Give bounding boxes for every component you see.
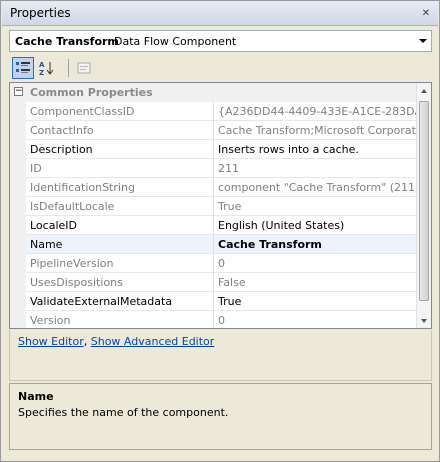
row-gutter xyxy=(10,140,26,159)
row-gutter xyxy=(10,178,26,197)
property-pages-button[interactable] xyxy=(73,57,95,79)
row-gutter xyxy=(10,102,26,121)
show-editor-link[interactable]: Show Editor xyxy=(18,335,84,348)
column-divider[interactable] xyxy=(213,292,214,311)
scrollbar-thumb[interactable] xyxy=(419,101,429,301)
object-selector[interactable]: Cache Transform Data Flow Component xyxy=(9,30,432,52)
toolbar: A Z xyxy=(9,56,432,80)
property-row[interactable]: PipelineVersion 0 xyxy=(10,254,417,273)
property-name: IdentificationString xyxy=(30,181,135,194)
toolbar-separator xyxy=(68,59,69,77)
title-bar[interactable]: Properties ✕ xyxy=(2,2,438,26)
property-value[interactable]: Inserts rows into a cache. xyxy=(218,143,417,156)
property-row[interactable]: UsesDispositions False xyxy=(10,273,417,292)
category-row[interactable]: − Common Properties xyxy=(10,83,417,102)
column-divider[interactable] xyxy=(213,311,214,328)
description-title: Name xyxy=(18,390,54,403)
property-row[interactable]: IdentificationString component "Cache Tra… xyxy=(10,178,417,197)
property-row[interactable]: ID 211 xyxy=(10,159,417,178)
property-value: True xyxy=(218,200,242,213)
close-icon[interactable]: ✕ xyxy=(420,8,432,20)
property-pages-icon xyxy=(77,62,91,74)
object-name: Cache Transform xyxy=(15,35,119,48)
chevron-down-icon[interactable] xyxy=(419,39,427,43)
property-value[interactable]: English (United States) xyxy=(218,219,417,232)
description-text: Specifies the name of the component. xyxy=(18,406,229,419)
column-divider[interactable] xyxy=(213,121,214,140)
scroll-down-button[interactable] xyxy=(417,313,431,328)
property-name: Version xyxy=(30,314,71,327)
property-grid: − Common Properties ComponentClassID {A23… xyxy=(9,82,432,329)
column-divider[interactable] xyxy=(213,197,214,216)
property-name: ContactInfo xyxy=(30,124,94,137)
property-value: component "Cache Transform" (211) xyxy=(218,181,417,194)
row-gutter xyxy=(10,159,26,178)
category-label: Common Properties xyxy=(30,86,153,99)
row-gutter xyxy=(10,197,26,216)
property-value: False xyxy=(218,276,246,289)
link-separator: , xyxy=(83,335,88,348)
commands-pane: Show Editor, Show Advanced Editor xyxy=(9,330,432,381)
column-divider[interactable] xyxy=(213,178,214,197)
property-value[interactable]: Cache Transform xyxy=(218,238,417,251)
property-name: IsDefaultLocale xyxy=(30,200,115,213)
row-gutter xyxy=(10,292,26,311)
property-name: Description xyxy=(30,143,93,156)
property-row[interactable]: Name Cache Transform xyxy=(10,235,417,254)
alphabetical-icon: A Z xyxy=(39,61,54,76)
property-name: ValidateExternalMetadata xyxy=(30,295,173,308)
property-value: 0 xyxy=(218,314,225,327)
alphabetical-button[interactable]: A Z xyxy=(36,57,58,79)
vertical-scrollbar[interactable] xyxy=(416,83,431,328)
scroll-up-button[interactable] xyxy=(417,83,431,98)
column-divider[interactable] xyxy=(213,159,214,178)
row-gutter xyxy=(10,273,26,292)
row-gutter xyxy=(10,121,26,140)
arrow-up-icon xyxy=(421,88,427,93)
property-name: Name xyxy=(30,238,63,251)
column-divider[interactable] xyxy=(213,216,214,235)
categorized-icon xyxy=(16,62,30,73)
object-type: Data Flow Component xyxy=(114,35,237,48)
property-row[interactable]: ContactInfo Cache Transform;Microsoft Cor… xyxy=(10,121,417,140)
row-gutter xyxy=(10,254,26,273)
column-divider[interactable] xyxy=(213,254,214,273)
column-divider[interactable] xyxy=(213,273,214,292)
row-gutter xyxy=(10,216,26,235)
property-row[interactable]: Version 0 xyxy=(10,311,417,328)
column-divider[interactable] xyxy=(213,140,214,159)
svg-text:A: A xyxy=(39,61,45,69)
window-title: Properties xyxy=(10,6,71,20)
description-pane: Name Specifies the name of the component… xyxy=(9,383,432,450)
property-row[interactable]: ComponentClassID {A236DD44-4409-433E-A1CE… xyxy=(10,102,417,121)
property-name: ComponentClassID xyxy=(30,105,135,118)
property-name: LocaleID xyxy=(30,219,77,232)
column-divider[interactable] xyxy=(213,235,214,254)
arrow-down-icon xyxy=(421,318,427,323)
property-row[interactable]: LocaleID English (United States) xyxy=(10,216,417,235)
properties-window: Properties ✕ Cache Transform Data Flow C… xyxy=(0,0,440,462)
row-gutter xyxy=(10,311,26,328)
property-value[interactable]: True xyxy=(218,295,417,308)
property-value: 0 xyxy=(218,257,225,270)
property-name: ID xyxy=(30,162,42,175)
property-row[interactable]: IsDefaultLocale True xyxy=(10,197,417,216)
collapse-icon[interactable]: − xyxy=(14,87,23,96)
property-row[interactable]: Description Inserts rows into a cache. xyxy=(10,140,417,159)
row-gutter xyxy=(10,235,26,254)
property-value: Cache Transform;Microsoft Corporat xyxy=(218,124,416,137)
categorized-button[interactable] xyxy=(12,57,34,79)
property-value: {A236DD44-4409-433E-A1CE-283DA18 xyxy=(218,105,417,118)
property-name: UsesDispositions xyxy=(30,276,123,289)
property-name: PipelineVersion xyxy=(30,257,114,270)
show-advanced-editor-link[interactable]: Show Advanced Editor xyxy=(91,335,215,348)
property-row[interactable]: ValidateExternalMetadata True xyxy=(10,292,417,311)
svg-text:Z: Z xyxy=(39,69,44,76)
property-value: 211 xyxy=(218,162,239,175)
column-divider[interactable] xyxy=(213,102,214,121)
